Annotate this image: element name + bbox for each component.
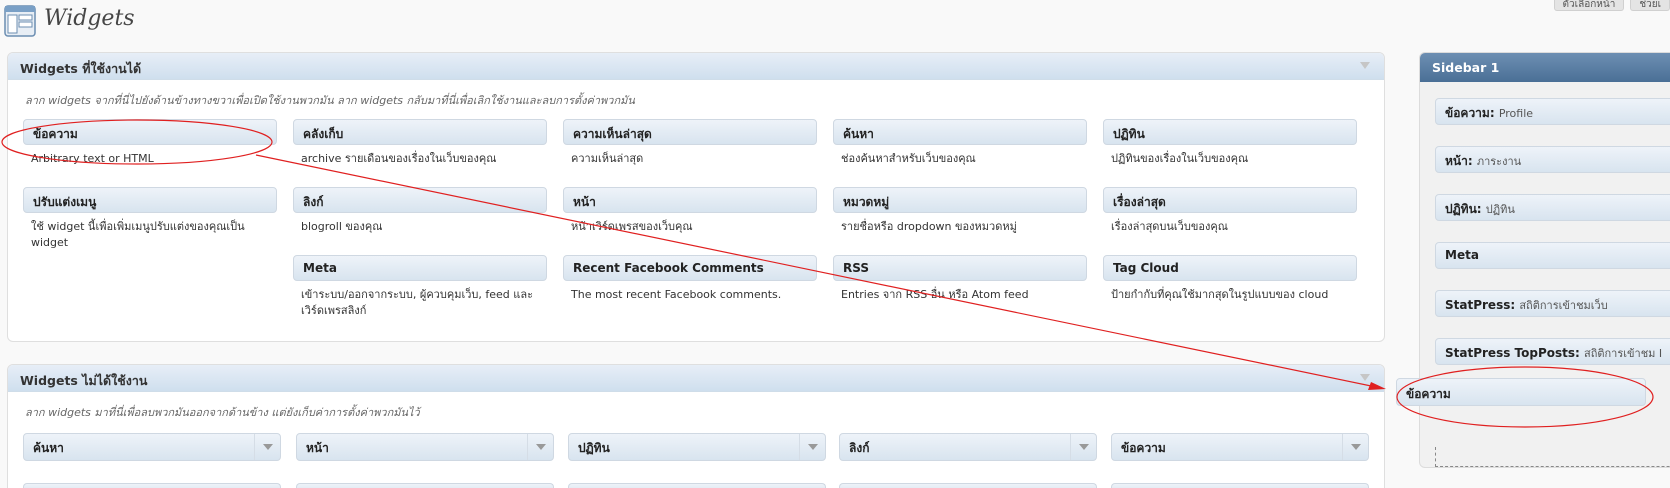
expand-arrow-icon[interactable] [527, 434, 553, 460]
widget-description: ป้ายกำกับที่คุณใช้มากสุดในรูปแบบของ clou… [1111, 288, 1329, 301]
inactive-widget-stub[interactable] [568, 483, 826, 488]
widget-description: ใช้ widget นี้เพื่อเพิ่มเมนูปรับแต่งของค… [31, 220, 245, 249]
widget-title: ปฏิทิน [1103, 119, 1357, 145]
widget-description: ช่องค้นหาสำหรับเว็บของคุณ [841, 152, 976, 165]
widget-description: ปฏิทินของเรื่องในเว็บของคุณ [1111, 152, 1249, 165]
sidebar-widget-pages[interactable]: หน้า: ภาระงาน [1435, 146, 1670, 173]
inactive-widget-pages[interactable]: หน้า [296, 433, 554, 461]
widget-title: ความเห็นล่าสุด [563, 119, 817, 145]
available-widgets-header[interactable]: Widgets ที่ใช้งานได้ [8, 53, 1384, 80]
inactive-widget-text[interactable]: ข้อความ [1111, 433, 1369, 461]
widget-description: รายชื่อหรือ dropdown ของหมวดหมู่ [841, 220, 1017, 233]
widget-categories[interactable]: หมวดหมู่ รายชื่อหรือ dropdown ของหมวดหมู… [833, 187, 1087, 235]
widget-title: RSS [833, 255, 1087, 281]
widget-title: Recent Facebook Comments [563, 255, 817, 281]
inactive-widgets-header[interactable]: Widgets ไม่ได้ใช้งาน [8, 365, 1384, 392]
widget-description: หน้าเวิร์ดเพรสของเว็บคุณ [571, 220, 693, 233]
widget-subtitle: ภาระงาน [1476, 155, 1522, 168]
widget-recent-facebook-comments[interactable]: Recent Facebook Comments The most recent… [563, 255, 817, 303]
expand-arrow-icon[interactable] [1070, 434, 1096, 460]
widget-title: StatPress TopPosts: [1445, 346, 1580, 360]
available-widgets-panel: Widgets ที่ใช้งานได้ ลาก widgets จากที่น… [7, 52, 1385, 342]
sidebar-widget-text-profile[interactable]: ข้อความ: Profile [1435, 98, 1670, 125]
widget-title: ปฏิทิน [578, 441, 610, 455]
widget-links[interactable]: ลิงก์ blogroll ของคุณ [293, 187, 547, 235]
widget-subtitle: ปฏิทิน [1485, 203, 1515, 216]
widget-title: ปรับแต่งเมนู [23, 187, 277, 213]
widgets-page-icon [4, 5, 36, 37]
widget-title: ลิงก์ [293, 187, 547, 213]
widget-archives[interactable]: คลังเก็บ archive รายเดือนของเรื่องในเว็บ… [293, 119, 547, 167]
expand-arrow-icon[interactable] [254, 434, 280, 460]
widget-custom-menu[interactable]: ปรับแต่งเมนู ใช้ widget นี้เพื่อเพิ่มเมน… [23, 187, 277, 251]
widget-subtitle: สถิติการเข้าชม I [1584, 347, 1663, 360]
widget-title: ข้อความ: [1445, 106, 1495, 120]
widget-rss[interactable]: RSS Entries จาก RSS อื่น หรือ Atom feed [833, 255, 1087, 303]
widget-search[interactable]: ค้นหา ช่องค้นหาสำหรับเว็บของคุณ [833, 119, 1087, 167]
available-widgets-title: Widgets ที่ใช้งานได้ [20, 61, 142, 76]
screen-options-tab[interactable]: ตัวเลือกหน้า [1553, 0, 1625, 11]
widget-description: The most recent Facebook comments. [571, 288, 782, 301]
widget-title: ลิงก์ [849, 441, 870, 455]
drop-placeholder [1435, 447, 1670, 467]
widget-title: คลังเก็บ [293, 119, 547, 145]
inactive-widget-stub[interactable] [296, 483, 554, 488]
widget-description: archive รายเดือนของเรื่องในเว็บของคุณ [301, 152, 497, 165]
widget-title: ค้นหา [33, 441, 64, 455]
widget-text[interactable]: ข้อความ Arbitrary text or HTML [23, 119, 277, 167]
inactive-widgets-panel: Widgets ไม่ได้ใช้งาน ลาก widgets มาที่นี… [7, 364, 1385, 488]
inactive-widget-calendar[interactable]: ปฏิทิน [568, 433, 826, 461]
dragging-widget-text[interactable]: ข้อความ [1396, 378, 1646, 406]
widget-title: Tag Cloud [1103, 255, 1357, 281]
page-title: Widgets [44, 6, 135, 31]
widget-description: เรื่องล่าสุดบนเว็บของคุณ [1111, 220, 1228, 233]
widget-tag-cloud[interactable]: Tag Cloud ป้ายกำกับที่คุณใช้มากสุดในรูปแ… [1103, 255, 1357, 303]
inactive-widgets-description: ลาก widgets มาที่นี่เพื่อลบพวกมันออกจากด… [25, 406, 420, 419]
inactive-widget-stub[interactable] [23, 483, 281, 488]
widget-title: หมวดหมู่ [833, 187, 1087, 213]
widget-calendar[interactable]: ปฏิทิน ปฏิทินของเรื่องในเว็บของคุณ [1103, 119, 1357, 167]
widget-title: ข้อความ [1121, 441, 1166, 455]
sidebar-1-header[interactable]: Sidebar 1 [1420, 53, 1670, 82]
widget-title: Meta [1445, 248, 1479, 262]
widget-title: StatPress: [1445, 298, 1516, 312]
widget-description: เข้าระบบ/ออกจากระบบ, ผู้ควบคุมเว็บ, feed… [301, 288, 533, 317]
screen-options-bar: ตัวเลือกหน้า ช่วยเ [1553, 0, 1670, 11]
widget-title: หน้า [306, 441, 329, 455]
inactive-widget-stub[interactable] [1111, 483, 1369, 488]
widget-title: ปฏิทิน: [1445, 202, 1482, 216]
widget-recent-posts[interactable]: เรื่องล่าสุด เรื่องล่าสุดบนเว็บของคุณ [1103, 187, 1357, 235]
widget-title: Meta [293, 255, 547, 281]
inactive-widget-search[interactable]: ค้นหา [23, 433, 281, 461]
widget-description: Arbitrary text or HTML [31, 152, 154, 165]
available-widgets-description: ลาก widgets จากที่นี่ไปยังด้านข้างทางขวา… [25, 94, 635, 107]
sidebar-widget-calendar[interactable]: ปฏิทิน: ปฏิทิน [1435, 194, 1670, 221]
widget-description: blogroll ของคุณ [301, 220, 383, 233]
sidebar-widget-statpress-topposts[interactable]: StatPress TopPosts: สถิติการเข้าชม I [1435, 338, 1670, 365]
widget-title: ค้นหา [833, 119, 1087, 145]
collapse-arrow-icon[interactable] [1360, 374, 1370, 381]
widget-description: ความเห็นล่าสุด [571, 152, 644, 165]
sidebar-widget-meta[interactable]: Meta [1435, 242, 1670, 269]
expand-arrow-icon[interactable] [1342, 434, 1368, 460]
inactive-widgets-title: Widgets ไม่ได้ใช้งาน [20, 373, 148, 388]
widget-title: ข้อความ [23, 119, 277, 145]
inactive-widget-links[interactable]: ลิงก์ [839, 433, 1097, 461]
widget-meta[interactable]: Meta เข้าระบบ/ออกจากระบบ, ผู้ควบคุมเว็บ,… [293, 255, 547, 319]
widget-title: หน้า [563, 187, 817, 213]
expand-arrow-icon[interactable] [799, 434, 825, 460]
collapse-arrow-icon[interactable] [1360, 62, 1370, 69]
help-tab[interactable]: ช่วยเ [1630, 0, 1670, 11]
inactive-widget-stub[interactable] [839, 483, 1097, 488]
widget-subtitle: Profile [1498, 107, 1534, 120]
sidebar-widget-statpress[interactable]: StatPress: สถิติการเข้าชมเว็บ [1435, 290, 1670, 317]
widget-pages[interactable]: หน้า หน้าเวิร์ดเพรสของเว็บคุณ [563, 187, 817, 235]
widget-description: Entries จาก RSS อื่น หรือ Atom feed [841, 288, 1029, 301]
widget-title: หน้า: [1445, 154, 1473, 168]
widget-subtitle: สถิติการเข้าชมเว็บ [1519, 299, 1608, 312]
widget-recent-comments[interactable]: ความเห็นล่าสุด ความเห็นล่าสุด [563, 119, 817, 167]
widget-title: เรื่องล่าสุด [1103, 187, 1357, 213]
